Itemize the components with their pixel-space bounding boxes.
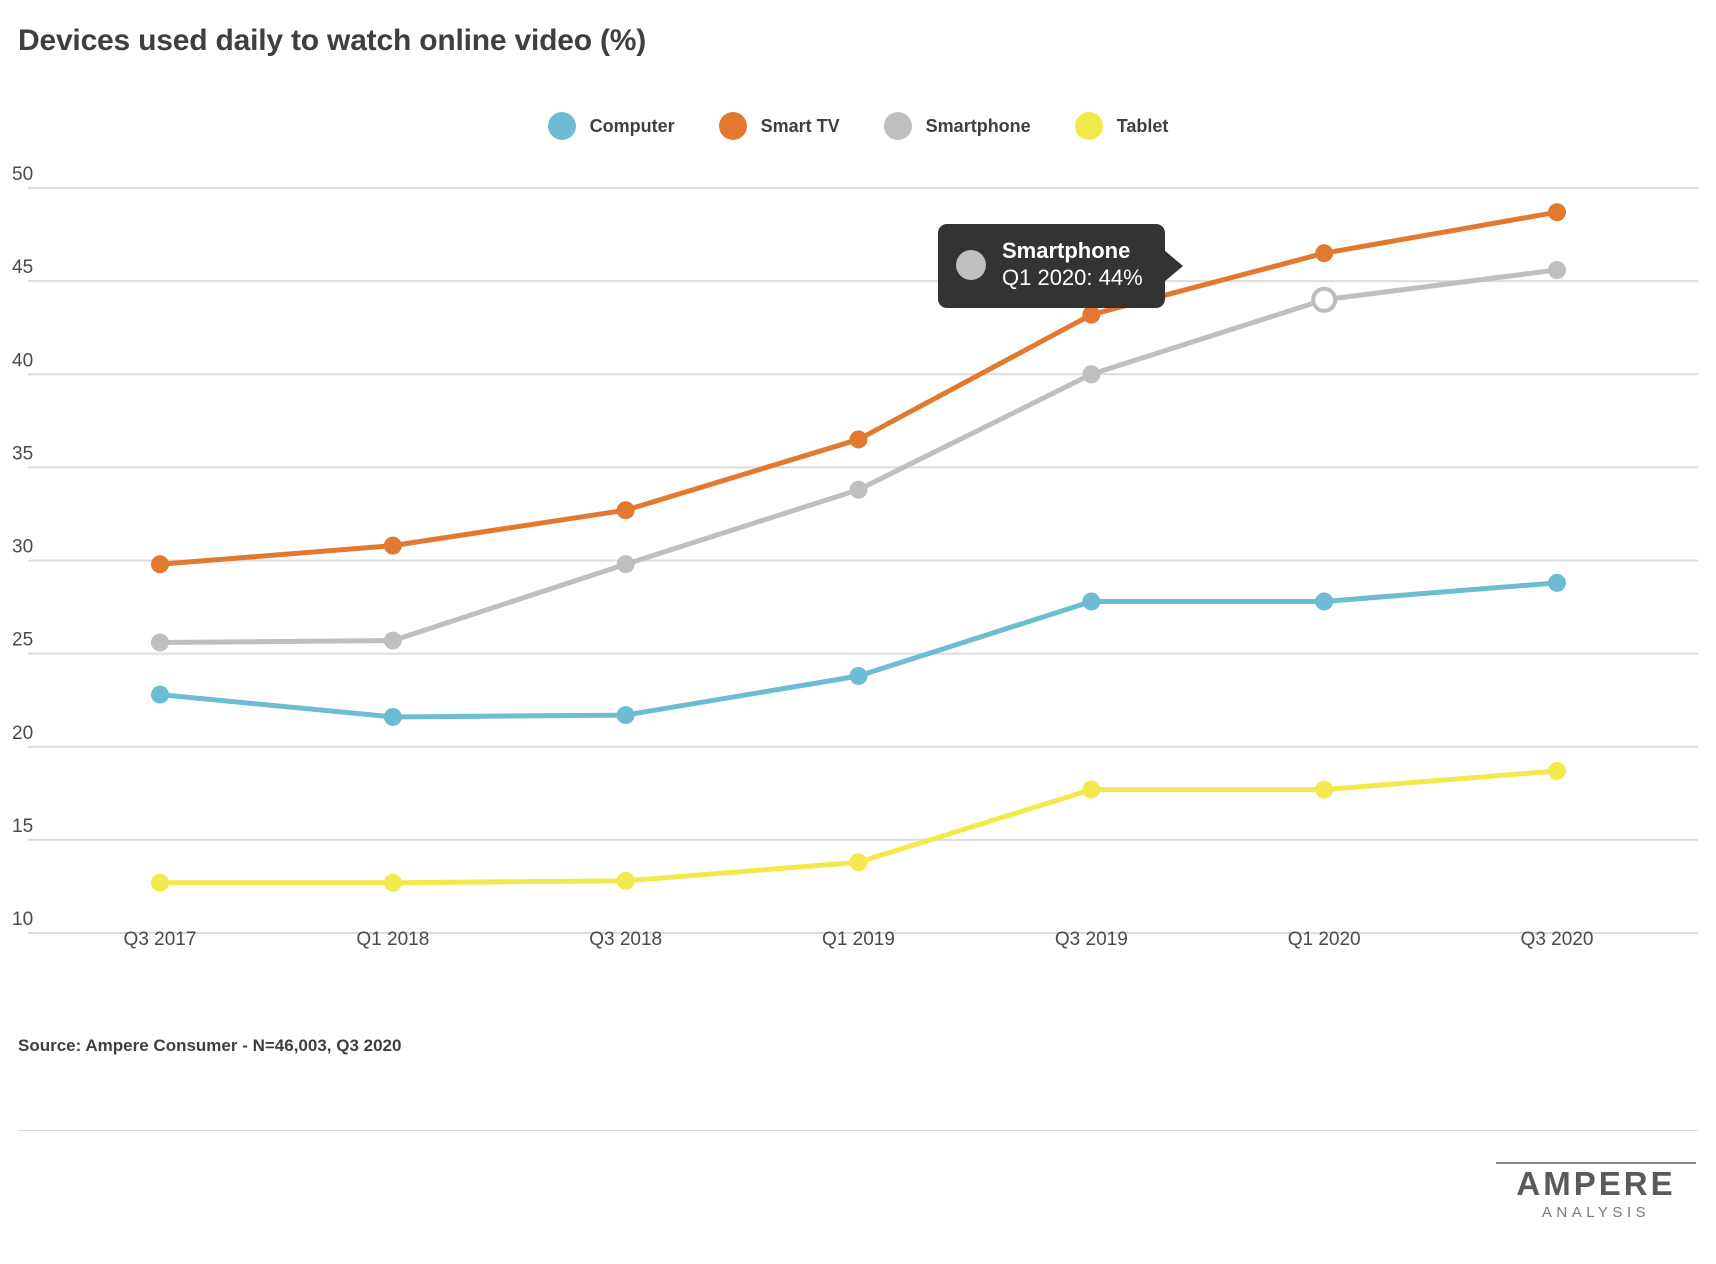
line-chart: 10 15 20 25 30 35 40 45 50 Q3 2017 Q1 2018 Q3 2018… [0,150,1716,950]
data-point[interactable] [616,871,635,890]
legend-swatch-icon [547,112,576,140]
x-axis-tick-label: Q3 2018 [589,929,662,950]
brand-name: AMPERE [1516,1165,1676,1202]
legend-label: Smart TV [760,115,840,136]
data-point[interactable] [1082,780,1101,799]
chart-canvas: 10 15 20 25 30 35 40 45 50 Q3 2017 Q1 2018 Q3 2018… [12,164,1698,950]
y-axis-tick-label: 45 [12,257,33,278]
data-point[interactable] [1315,244,1334,263]
legend-label: Tablet [1116,115,1169,136]
chart-page: Devices used daily to watch online video… [0,0,1716,1264]
y-axis-tick-label: 15 [12,816,33,837]
legend-swatch-icon [1074,112,1103,140]
brand-divider [1496,1162,1696,1164]
data-point[interactable] [616,555,635,574]
data-point[interactable] [1082,305,1101,324]
data-point[interactable] [151,633,169,652]
data-point[interactable] [1548,203,1566,222]
brand-subtitle: ANALYSIS [1541,1203,1651,1221]
y-axis-tick-labels: 10 15 20 25 30 35 40 45 50 [12,164,33,930]
series-line-computer [157,580,1560,720]
data-point[interactable] [151,685,169,704]
data-point[interactable] [1315,592,1334,611]
data-point[interactable] [1082,592,1101,611]
tooltip-arrow-icon [1163,249,1183,282]
series-line-smartphone [157,267,1560,645]
y-axis-tick-label: 25 [12,630,33,651]
tooltip-series-dot-icon [956,249,986,280]
y-axis-tick-label: 50 [12,164,33,185]
legend-swatch-icon [883,112,912,140]
legend-item-tablet[interactable]: Tablet [1074,112,1169,140]
data-point[interactable] [849,480,868,499]
legend-label: Computer [589,115,675,136]
data-point[interactable] [1548,761,1566,780]
data-point[interactable] [151,555,169,574]
data-point[interactable] [383,536,402,555]
data-point[interactable] [849,853,868,872]
brand-logo: AMPERE ANALYSIS [1496,1162,1696,1221]
x-axis-tick-label: Q1 2018 [356,929,429,950]
legend-item-computer[interactable]: Computer [547,112,675,140]
data-point[interactable] [849,430,868,449]
data-point[interactable] [1082,365,1101,384]
data-point[interactable] [849,666,868,685]
tooltip-series-name: Smartphone [1002,238,1131,263]
tooltip-value: Q1 2020: 44% [1002,265,1143,291]
data-point[interactable] [383,873,402,892]
gridlines [28,187,1698,934]
footer-divider [18,1130,1698,1131]
data-point[interactable] [383,631,402,650]
data-point[interactable] [1548,260,1566,279]
chart-legend: Computer Smart TV Smartphone Tablet [0,112,1716,140]
data-point[interactable] [616,706,635,725]
source-note: Source: Ampere Consumer - N=46,003, Q3 2… [18,1036,402,1055]
x-axis-tick-label: Q3 2017 [124,929,197,950]
y-axis-tick-label: 35 [12,443,33,464]
page-title: Devices used daily to watch online video… [18,24,647,57]
data-point[interactable] [383,707,402,726]
x-axis-tick-label: Q3 2020 [1521,929,1594,950]
legend-swatch-icon [718,112,747,140]
data-point[interactable] [151,873,169,892]
series-lines [157,209,1560,886]
y-axis-tick-label: 30 [12,537,33,558]
legend-item-smartphone[interactable]: Smartphone [883,112,1031,140]
series-line-smart-tv [157,209,1560,567]
y-axis-tick-label: 20 [12,723,33,744]
tooltip: Smartphone Q1 2020: 44% [938,224,1183,308]
data-point-highlighted[interactable] [1311,286,1338,313]
x-axis-tick-label: Q3 2019 [1055,929,1128,950]
legend-label: Smartphone [925,115,1031,136]
y-axis-tick-label: 10 [12,909,33,930]
data-point[interactable] [616,501,635,520]
x-axis-tick-label: Q1 2020 [1288,929,1361,950]
data-point[interactable] [1315,780,1334,799]
legend-item-smart-tv[interactable]: Smart TV [718,112,840,140]
x-axis-tick-label: Q1 2019 [822,929,895,950]
data-point[interactable] [1548,573,1566,592]
y-axis-tick-label: 40 [12,350,33,371]
